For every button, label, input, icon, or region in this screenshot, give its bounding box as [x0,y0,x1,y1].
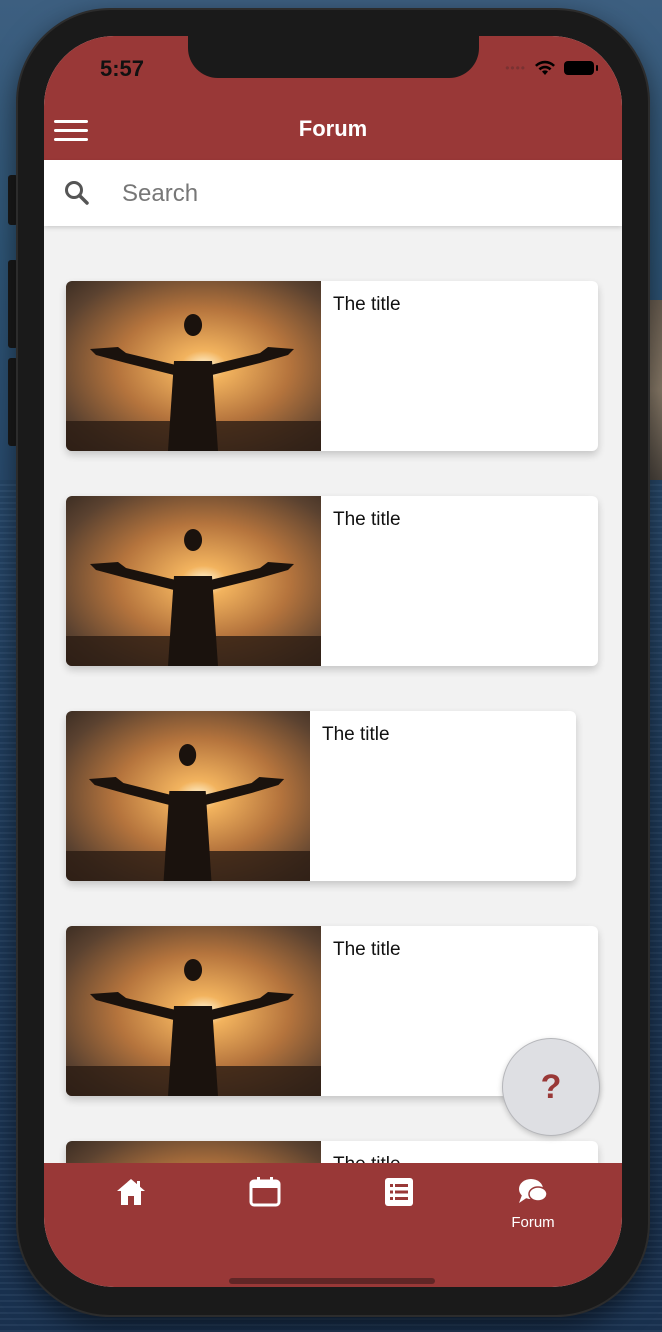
tab-home[interactable] [91,1177,171,1214]
signal-dots-icon: •••• [505,61,526,75]
battery-icon [564,61,598,75]
tab-forum[interactable]: Forum [493,1177,573,1231]
post-title: The title [333,509,401,530]
post-list[interactable]: The title The title The title The title [44,226,622,1163]
phone-frame: 5:57 •••• Forum Search The title The tit… [18,10,648,1315]
post-thumbnail [66,711,310,881]
page-title: Forum [298,116,368,141]
volume-down-button [8,358,18,446]
list-icon [385,1178,413,1206]
calendar-icon [249,1177,281,1207]
search-bar [44,160,622,226]
post-title: The title [321,1141,413,1163]
app-header: 5:57 •••• Forum [44,36,622,160]
app-screen: 5:57 •••• Forum Search The title The tit… [44,36,622,1287]
chat-bubbles-icon [519,1179,548,1203]
tab-list[interactable] [359,1177,439,1214]
tab-label: Forum [511,1214,555,1231]
status-icons: •••• [505,60,598,76]
bottom-tab-bar: Forum [44,1163,622,1287]
post-thumbnail [66,496,321,666]
tab-calendar[interactable] [225,1177,305,1214]
post-title: The title [322,724,390,745]
post-card[interactable]: The title [66,711,576,881]
volume-up-button [8,260,18,348]
post-thumbnail [66,281,321,451]
post-card[interactable]: The title [66,1141,598,1163]
post-thumbnail [66,926,321,1096]
home-indicator [229,1278,435,1284]
post-card[interactable]: The title [66,496,598,666]
notch [188,36,479,78]
home-icon [117,1179,145,1205]
status-time: 5:57 [100,56,145,81]
wifi-icon [535,60,555,75]
help-fab-button[interactable]: ? [502,1038,600,1136]
post-thumbnail [66,1141,321,1163]
search-input[interactable] [120,174,604,214]
mute-switch [8,175,18,225]
search-icon [65,181,89,205]
post-card[interactable]: The title [66,281,598,451]
post-title: The title [333,294,401,315]
post-title: The title [333,939,401,960]
